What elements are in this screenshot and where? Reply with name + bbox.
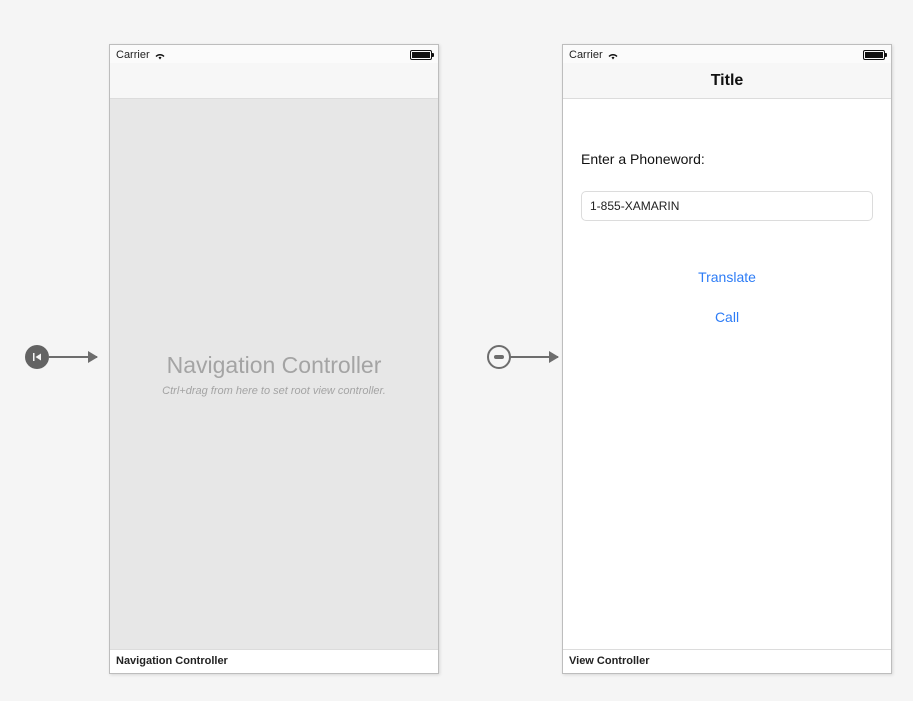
call-button[interactable]: Call xyxy=(715,309,739,325)
battery-icon xyxy=(410,50,432,60)
navcontroller-placeholder-hint: Ctrl+drag from here to set root view con… xyxy=(162,385,386,397)
navbar-title: Title xyxy=(711,72,744,90)
view-content: Enter a Phoneword: Translate Call xyxy=(563,99,891,649)
scene-view-controller[interactable]: Carrier Title Enter a Phoneword: Transla… xyxy=(562,44,892,674)
navcontroller-canvas[interactable]: Navigation Controller Ctrl+drag from her… xyxy=(110,99,438,649)
arrow-entry-to-navcontroller xyxy=(49,356,97,358)
navigation-bar: Title xyxy=(563,63,891,99)
carrier-label: Carrier xyxy=(569,49,603,61)
wifi-icon xyxy=(154,50,166,60)
status-bar: Carrier xyxy=(563,45,891,63)
arrow-navcontroller-to-viewcontroller xyxy=(510,356,558,358)
phoneword-input[interactable] xyxy=(581,191,873,221)
scene-footer-label: Navigation Controller xyxy=(110,649,438,673)
navcontroller-placeholder-title: Navigation Controller xyxy=(167,352,382,379)
status-bar: Carrier xyxy=(110,45,438,63)
prompt-label: Enter a Phoneword: xyxy=(581,151,873,167)
translate-button[interactable]: Translate xyxy=(698,269,756,285)
navigation-bar-placeholder xyxy=(110,63,438,99)
scene-footer-label: View Controller xyxy=(563,649,891,673)
wifi-icon xyxy=(607,50,619,60)
carrier-label: Carrier xyxy=(116,49,150,61)
root-segue-icon[interactable] xyxy=(487,345,511,369)
battery-icon xyxy=(863,50,885,60)
scene-navigation-controller[interactable]: Carrier Navigation Controller Ctrl+drag … xyxy=(109,44,439,674)
storyboard-entry-point-icon[interactable] xyxy=(25,345,49,369)
